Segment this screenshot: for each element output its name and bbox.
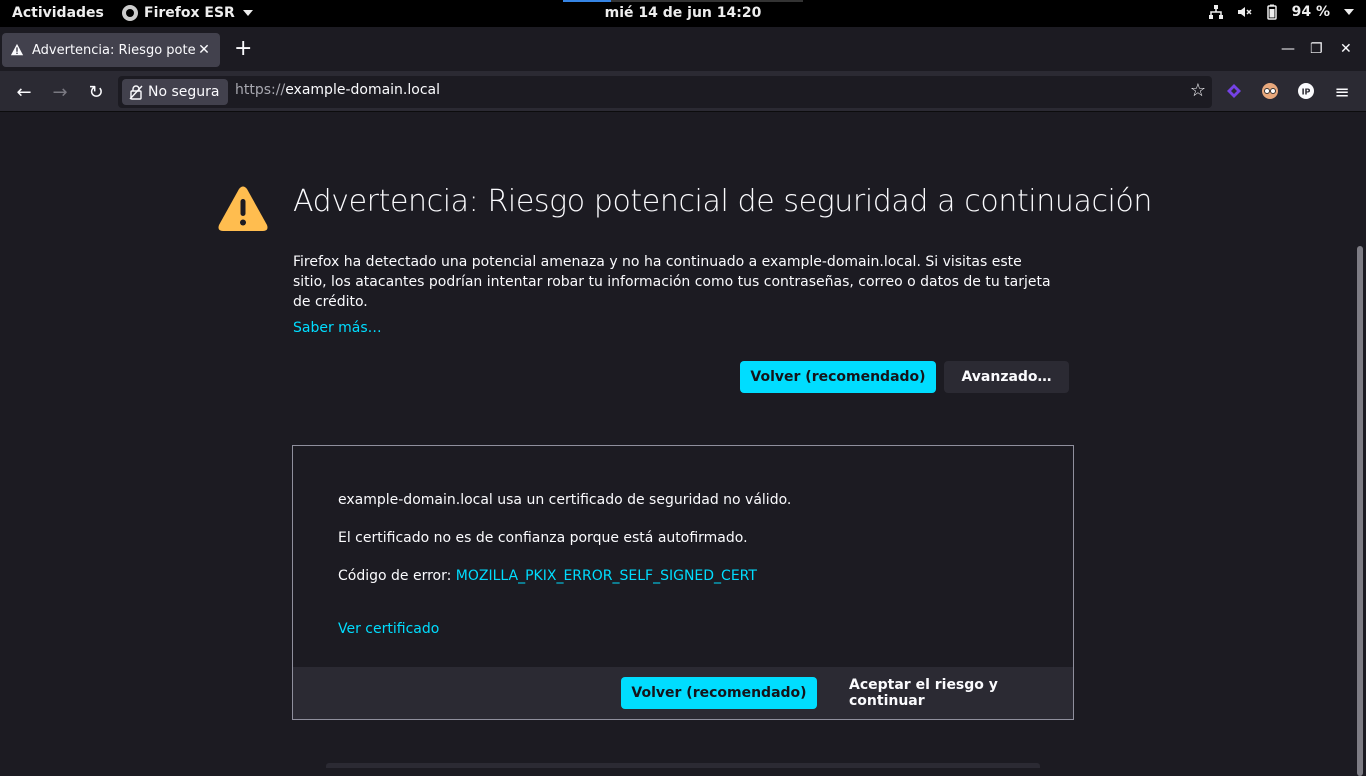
tab-close-icon[interactable]: ✕: [196, 42, 212, 58]
advanced-panel-footer: Volver (recomendado) Aceptar el riesgo y…: [293, 667, 1073, 719]
workspace-indicator: [563, 0, 803, 2]
battery-percentage: 94 %: [1291, 4, 1330, 20]
advanced-button[interactable]: Avanzado…: [944, 361, 1069, 393]
clock[interactable]: mié 14 de jun 14:20: [0, 5, 1366, 21]
url-bar[interactable]: No segura https://example-domain.local ☆: [118, 76, 1212, 108]
system-menu-arrow-icon: [1344, 9, 1354, 15]
window-close-button[interactable]: ✕: [1340, 41, 1352, 57]
extension-icon[interactable]: [1261, 82, 1279, 100]
warning-icon: [218, 186, 268, 231]
page-title: Advertencia: Riesgo potencial de segurid…: [293, 184, 1153, 219]
tab-strip: Advertencia: Riesgo potencial de segurid…: [0, 27, 1366, 71]
learn-more-link[interactable]: Saber más…: [293, 320, 382, 336]
page-bottom-edge: [326, 763, 1040, 768]
extension-icon[interactable]: IP: [1297, 82, 1315, 100]
go-back-button[interactable]: Volver (recomendado): [740, 361, 936, 393]
invalid-cert-text: example-domain.local usa un certificado …: [338, 492, 792, 508]
page-scrollbar[interactable]: [1354, 112, 1366, 776]
system-tray[interactable]: 94 %: [1208, 4, 1354, 20]
view-certificate-link[interactable]: Ver certificado: [338, 621, 439, 637]
go-back-button[interactable]: Volver (recomendado): [621, 677, 817, 709]
battery-icon: [1266, 4, 1277, 20]
reload-button[interactable]: ↻: [84, 80, 108, 104]
forward-button[interactable]: →: [48, 80, 72, 104]
back-button[interactable]: ←: [12, 80, 36, 104]
svg-text:IP: IP: [1302, 88, 1311, 97]
url-host: example-domain.local: [285, 82, 441, 98]
insecure-lock-icon: [129, 85, 143, 100]
identity-label: No segura: [148, 84, 220, 100]
url-scheme: https://: [235, 82, 286, 98]
tab-title: Advertencia: Riesgo potencial de segurid…: [32, 42, 196, 58]
extension-icon[interactable]: [1225, 82, 1243, 100]
page-description: Firefox ha detectado una potencial amena…: [293, 254, 1051, 310]
warning-icon: [10, 43, 24, 56]
maximize-button[interactable]: ❐: [1310, 41, 1323, 57]
system-top-bar: Actividades Firefox ESR mié 14 de jun 14…: [0, 0, 1366, 27]
error-code-label: Código de error:: [338, 568, 456, 584]
accept-risk-button[interactable]: Aceptar el riesgo y continuar: [849, 677, 1073, 709]
new-tab-button[interactable]: +: [234, 38, 252, 60]
site-identity-button[interactable]: No segura: [122, 79, 228, 105]
error-code-line: Código de error: MOZILLA_PKIX_ERROR_SELF…: [338, 568, 757, 584]
advanced-panel: example-domain.local usa un certificado …: [292, 445, 1074, 720]
url-text[interactable]: https://example-domain.local: [235, 82, 440, 98]
volume-muted-icon: [1237, 7, 1252, 17]
self-signed-text: El certificado no es de confianza porque…: [338, 530, 748, 546]
network-icon: [1208, 5, 1223, 19]
app-menu-button[interactable]: ≡: [1330, 80, 1354, 104]
error-code-link[interactable]: MOZILLA_PKIX_ERROR_SELF_SIGNED_CERT: [456, 568, 757, 584]
scrollbar-thumb[interactable]: [1357, 246, 1363, 776]
bookmark-star-icon[interactable]: ☆: [1190, 80, 1206, 101]
minimize-button[interactable]: —: [1281, 41, 1295, 57]
tab-security-warning[interactable]: Advertencia: Riesgo potencial de segurid…: [2, 33, 220, 67]
navigation-toolbar: ← → ↻ No segura https://example-domain.l…: [0, 71, 1366, 112]
